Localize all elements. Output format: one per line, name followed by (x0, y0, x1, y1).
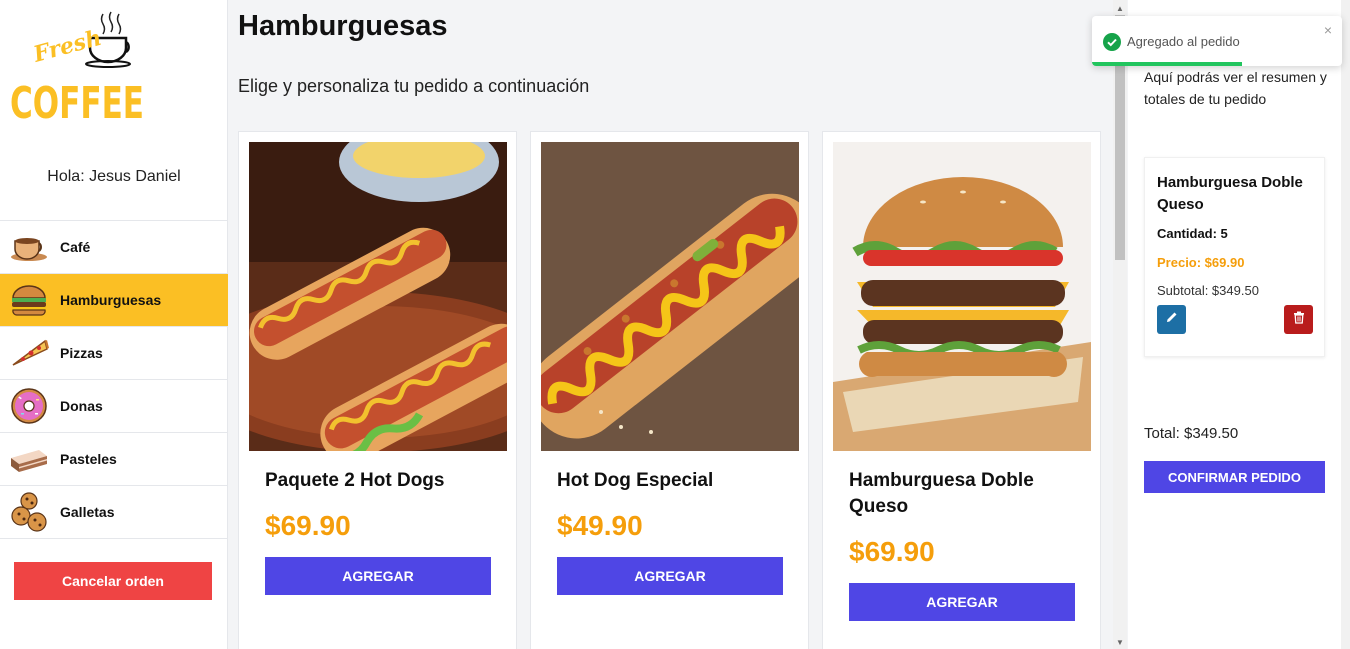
add-to-order-button[interactable]: AGREGAR (849, 583, 1075, 621)
category-pizzas[interactable]: Pizzas (0, 327, 228, 380)
category-label: Pasteles (60, 451, 117, 467)
donut-icon (8, 386, 50, 426)
order-total: Total: $349.50 (1144, 425, 1239, 442)
svg-text:COFFEE: COFFEE (10, 78, 144, 126)
product-image-hamburguesa-doble-queso (833, 142, 1091, 451)
category-label: Hamburguesas (60, 292, 162, 308)
toast-message: Agregado al pedido (1127, 34, 1240, 49)
category-donas[interactable]: Donas (0, 380, 228, 433)
category-cafe[interactable]: Café (0, 221, 228, 274)
category-label: Galletas (60, 504, 115, 520)
trash-icon (1292, 310, 1306, 329)
product-price: $69.90 (849, 536, 935, 567)
cookie-icon (8, 492, 50, 532)
product-card: Hot Dog Especial $49.90 AGREGAR (530, 131, 809, 649)
category-label: Café (60, 239, 91, 255)
category-label: Donas (60, 398, 103, 414)
category-label: Pizzas (60, 345, 103, 361)
confirm-order-button[interactable]: CONFIRMAR PEDIDO (1144, 461, 1325, 493)
category-galletas[interactable]: Galletas (0, 486, 228, 539)
coffee-cup-icon (8, 227, 50, 267)
add-to-order-button[interactable]: AGREGAR (265, 557, 491, 595)
product-name: Hamburguesa Doble Queso (849, 470, 1034, 517)
toast-progress-bar (1092, 62, 1242, 66)
main-content: Hamburguesas Elige y personaliza tu pedi… (228, 0, 1113, 649)
product-price: $69.90 (265, 510, 351, 541)
order-summary-description: Aquí podrás ver el resumen y totales de … (1144, 69, 1327, 107)
page-scrollbar[interactable] (1341, 0, 1350, 649)
category-pasteles[interactable]: Pasteles (0, 433, 228, 486)
fresh-coffee-logo: Fresh COFFEE (8, 10, 148, 129)
product-card: Hamburguesa Doble Queso $69.90 AGREGAR (822, 131, 1101, 649)
page-subtitle: Elige y personaliza tu pedido a continua… (238, 76, 590, 96)
scroll-up-arrow-icon[interactable]: ▲ (1116, 4, 1124, 13)
delete-item-button[interactable] (1284, 305, 1313, 334)
cake-icon (8, 439, 50, 479)
pencil-icon (1165, 310, 1179, 329)
category-list: Café Hamburguesas Pizzas Donas Pasteles (0, 220, 228, 539)
order-item-quantity: Cantidad: 5 (1157, 226, 1228, 241)
cancel-order-button[interactable]: Cancelar orden (14, 562, 212, 600)
edit-item-button[interactable] (1157, 305, 1186, 334)
check-circle-icon (1103, 33, 1121, 51)
user-greeting: Hola: Jesus Daniel (47, 168, 181, 185)
sidebar: Fresh COFFEE Hola: Jesus Daniel Café Ham… (0, 0, 228, 649)
scroll-down-arrow-icon[interactable]: ▼ (1116, 638, 1124, 647)
product-image-hot-dogs (249, 142, 507, 451)
add-to-order-button[interactable]: AGREGAR (557, 557, 783, 595)
order-item-name: Hamburguesa Doble Queso (1157, 174, 1303, 213)
main-scrollbar[interactable]: ▲ ▼ (1113, 0, 1127, 649)
order-item-price: Precio: $69.90 (1157, 255, 1245, 270)
page-title: Hamburguesas (238, 10, 448, 42)
order-item-subtotal: Subtotal: $349.50 (1157, 283, 1259, 298)
product-image-hot-dog-especial (541, 142, 799, 451)
close-icon[interactable]: × (1324, 22, 1332, 38)
product-card: Paquete 2 Hot Dogs $69.90 AGREGAR (238, 131, 517, 649)
order-summary-panel: Aquí podrás ver el resumen y totales de … (1128, 0, 1341, 649)
burger-icon (8, 280, 50, 320)
category-hamburguesas[interactable]: Hamburguesas (0, 274, 228, 327)
success-toast: Agregado al pedido × (1092, 16, 1342, 66)
product-price: $49.90 (557, 510, 643, 541)
order-item-card: Hamburguesa Doble Queso Cantidad: 5 Prec… (1144, 157, 1325, 357)
product-name: Paquete 2 Hot Dogs (265, 470, 445, 491)
product-name: Hot Dog Especial (557, 470, 714, 491)
pizza-icon (8, 333, 50, 373)
